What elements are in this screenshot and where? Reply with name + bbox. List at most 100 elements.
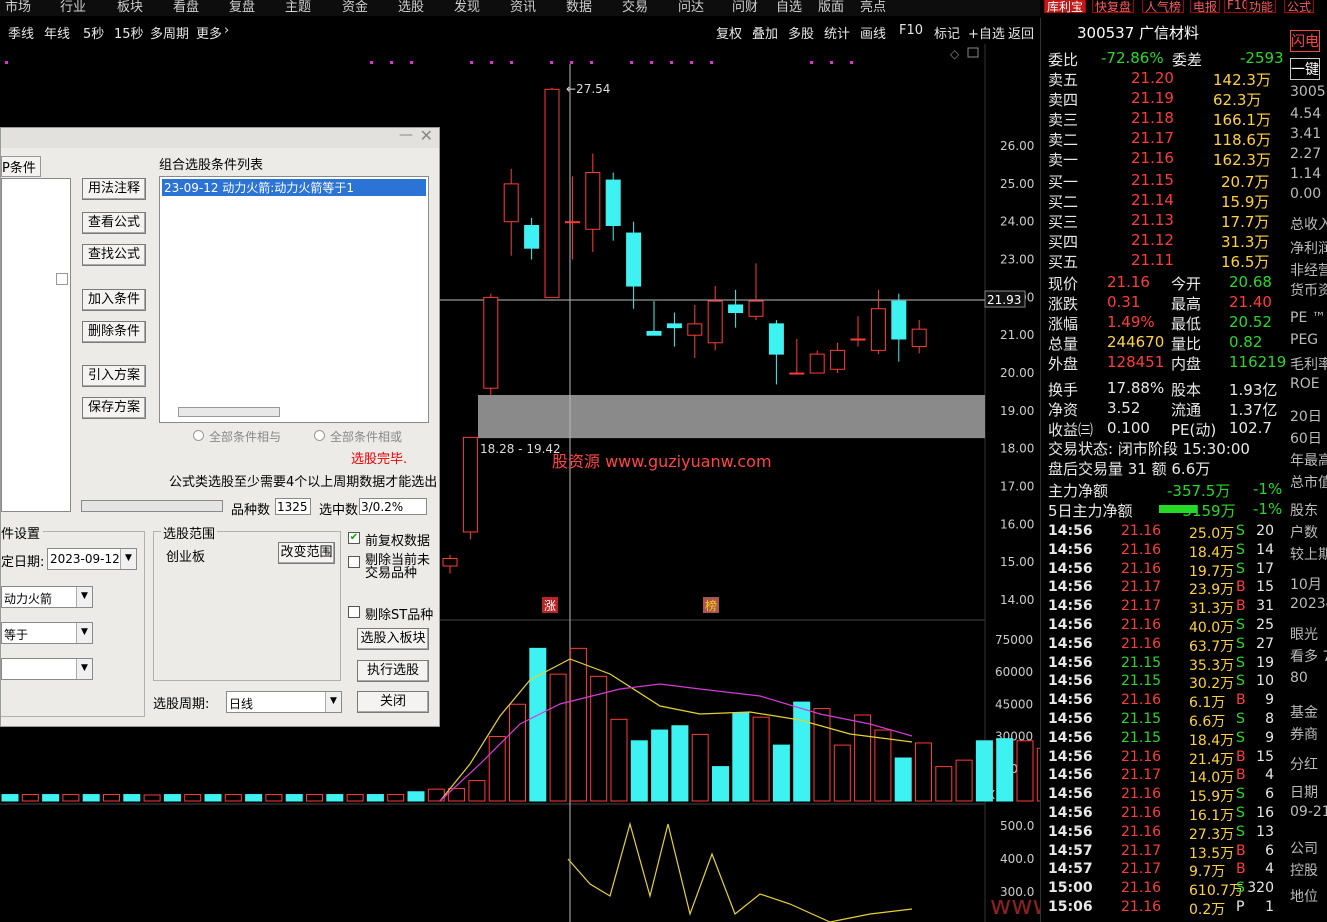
toolbar-button[interactable]: 返回 <box>1008 23 1034 42</box>
f10-item[interactable]: 4.54 <box>1290 106 1321 122</box>
right-tab[interactable]: 公式 <box>1284 0 1315 14</box>
f10-item[interactable]: 80 <box>1290 670 1308 686</box>
tree-expand-icon[interactable] <box>56 273 68 285</box>
menu-item[interactable]: 主题 <box>285 0 311 15</box>
f10-item[interactable]: 20234 <box>1290 596 1327 612</box>
f10-item[interactable]: 一键 <box>1290 58 1320 80</box>
toolbar-button[interactable]: 画线 <box>860 23 886 42</box>
f10-item[interactable]: 非经营 <box>1290 260 1327 280</box>
menu-item[interactable]: 问财 <box>732 0 758 15</box>
menu-item[interactable]: 亮点 <box>860 0 886 15</box>
right-tab[interactable]: 功能 <box>1246 0 1277 14</box>
f10-item[interactable]: 20日 <box>1290 406 1322 426</box>
formula-combo[interactable]: 动力火箭 ▼ <box>1 586 93 608</box>
menu-item[interactable]: 自选 <box>776 0 802 15</box>
period-tab[interactable]: 15秒 <box>114 23 144 42</box>
f10-item[interactable]: 09-21 <box>1290 804 1327 820</box>
chevron-right-icon[interactable]: › <box>224 23 229 38</box>
menu-item[interactable]: 版面 <box>818 0 844 15</box>
f10-item[interactable]: 0.00 <box>1290 186 1321 202</box>
f10-item[interactable]: 基金 <box>1290 702 1318 722</box>
f10-item[interactable]: 毛利率 <box>1290 354 1327 374</box>
chevron-down-icon[interactable]: ▼ <box>76 623 92 643</box>
toolbar-button[interactable]: F10 <box>899 23 923 38</box>
f10-item[interactable]: 看多 7 <box>1290 646 1327 666</box>
f10-item[interactable]: PE ™ <box>1290 310 1326 326</box>
period-tab[interactable]: 多周期 <box>150 23 189 42</box>
window-icon[interactable] <box>967 47 979 58</box>
period-tab[interactable]: 年线 <box>44 23 70 42</box>
right-tab[interactable]: 电报 <box>1190 0 1221 14</box>
f10-item[interactable]: 较上期 <box>1290 544 1327 564</box>
radio-or[interactable] <box>314 430 325 441</box>
dialog-titlebar[interactable]: — ✕ <box>1 126 439 148</box>
f10-item[interactable]: 分红 <box>1290 754 1318 774</box>
f10-item[interactable]: 眼光 <box>1290 624 1318 644</box>
right-tab[interactable]: 快复盘 <box>1092 0 1135 14</box>
toolbar-button[interactable]: +自选 <box>968 23 1005 42</box>
f10-item[interactable]: 总收入 <box>1290 214 1327 234</box>
f10-item[interactable]: 60日 <box>1290 428 1322 448</box>
menu-item[interactable]: 发现 <box>454 0 480 15</box>
toolbar-button[interactable]: 标记 <box>934 23 960 42</box>
to-block-button[interactable]: 选股入板块 <box>357 628 429 650</box>
f10-item[interactable]: 控股 <box>1290 860 1318 880</box>
f10-item[interactable]: 3005 <box>1290 84 1326 100</box>
dialog-button[interactable]: 加入条件 <box>82 289 146 311</box>
period-tab[interactable]: 5秒 <box>83 23 104 42</box>
close-button[interactable]: 关闭 <box>357 691 429 713</box>
condition-list[interactable]: 23-09-12 动力火箭:动力火箭等于1 <box>159 176 429 423</box>
f10-item[interactable]: 股东 <box>1290 500 1318 520</box>
close-icon[interactable]: ✕ <box>420 126 433 145</box>
menu-item[interactable]: 选股 <box>398 0 424 15</box>
right-tab[interactable]: 库利宝 <box>1044 0 1087 14</box>
f10-item[interactable]: ROE <box>1290 376 1320 392</box>
dialog-button[interactable]: 引入方案 <box>82 365 146 387</box>
f10-item[interactable]: 户数 <box>1290 522 1318 542</box>
checkbox-exclude-no-trade[interactable] <box>348 556 360 568</box>
toolbar-button[interactable]: 多股 <box>788 23 814 42</box>
menu-item[interactable]: 看盘 <box>173 0 199 15</box>
operator-combo[interactable]: 等于 ▼ <box>1 622 93 644</box>
chevron-down-icon[interactable]: ▼ <box>120 549 136 569</box>
f10-item[interactable]: 净利润 <box>1290 238 1327 258</box>
dialog-button[interactable]: 删除条件 <box>82 321 146 343</box>
dialog-button[interactable]: 查找公式 <box>82 244 146 266</box>
menu-item[interactable]: 复盘 <box>229 0 255 15</box>
condition-list-item[interactable]: 23-09-12 动力火箭:动力火箭等于1 <box>162 179 426 196</box>
tab-condition[interactable]: P条件 <box>1 156 41 177</box>
f10-item[interactable]: 货币资 <box>1290 280 1327 300</box>
f10-item[interactable]: 10月 <box>1290 574 1322 594</box>
checkbox-fq[interactable]: ✔ <box>348 532 360 544</box>
f10-item[interactable]: PEG <box>1290 332 1318 348</box>
f10-item[interactable]: 闪电 <box>1290 30 1320 52</box>
f10-item[interactable]: 公司 <box>1290 838 1318 858</box>
f10-item[interactable]: 3.41 <box>1290 126 1321 142</box>
menu-item[interactable]: 行业 <box>60 0 86 15</box>
list-scrollbar[interactable] <box>178 407 280 417</box>
diamond-icon[interactable]: ◇ <box>950 47 960 61</box>
toolbar-button[interactable]: 统计 <box>824 23 850 42</box>
menu-item[interactable]: 板块 <box>117 0 143 15</box>
chevron-down-icon[interactable]: ▼ <box>76 659 92 679</box>
f10-item[interactable]: 2.27 <box>1290 146 1321 162</box>
chevron-down-icon[interactable]: ▼ <box>76 587 92 607</box>
menu-item[interactable]: 数据 <box>566 0 592 15</box>
execute-button[interactable]: 执行选股 <box>357 660 429 682</box>
radio-and[interactable] <box>193 430 204 441</box>
toolbar-button[interactable]: 叠加 <box>752 23 778 42</box>
period-tab[interactable]: 季线 <box>8 23 34 42</box>
change-range-button[interactable]: 改变范围 <box>278 542 335 564</box>
menu-item[interactable]: 问达 <box>678 0 704 15</box>
date-picker[interactable]: 2023-09-12 ▼ <box>47 548 137 570</box>
toolbar-button[interactable]: 复权 <box>716 23 742 42</box>
f10-item[interactable]: 日期 <box>1290 782 1318 802</box>
menu-item[interactable]: 交易 <box>622 0 648 15</box>
checkbox-exclude-st[interactable] <box>348 606 360 618</box>
menu-item[interactable]: 资金 <box>342 0 368 15</box>
menu-item[interactable]: 资讯 <box>510 0 536 15</box>
f10-item[interactable]: 年最高 <box>1290 450 1327 470</box>
f10-item[interactable]: 地位 <box>1290 886 1318 906</box>
minimize-icon[interactable]: — <box>399 127 413 143</box>
chevron-down-icon[interactable]: ▼ <box>325 692 341 712</box>
